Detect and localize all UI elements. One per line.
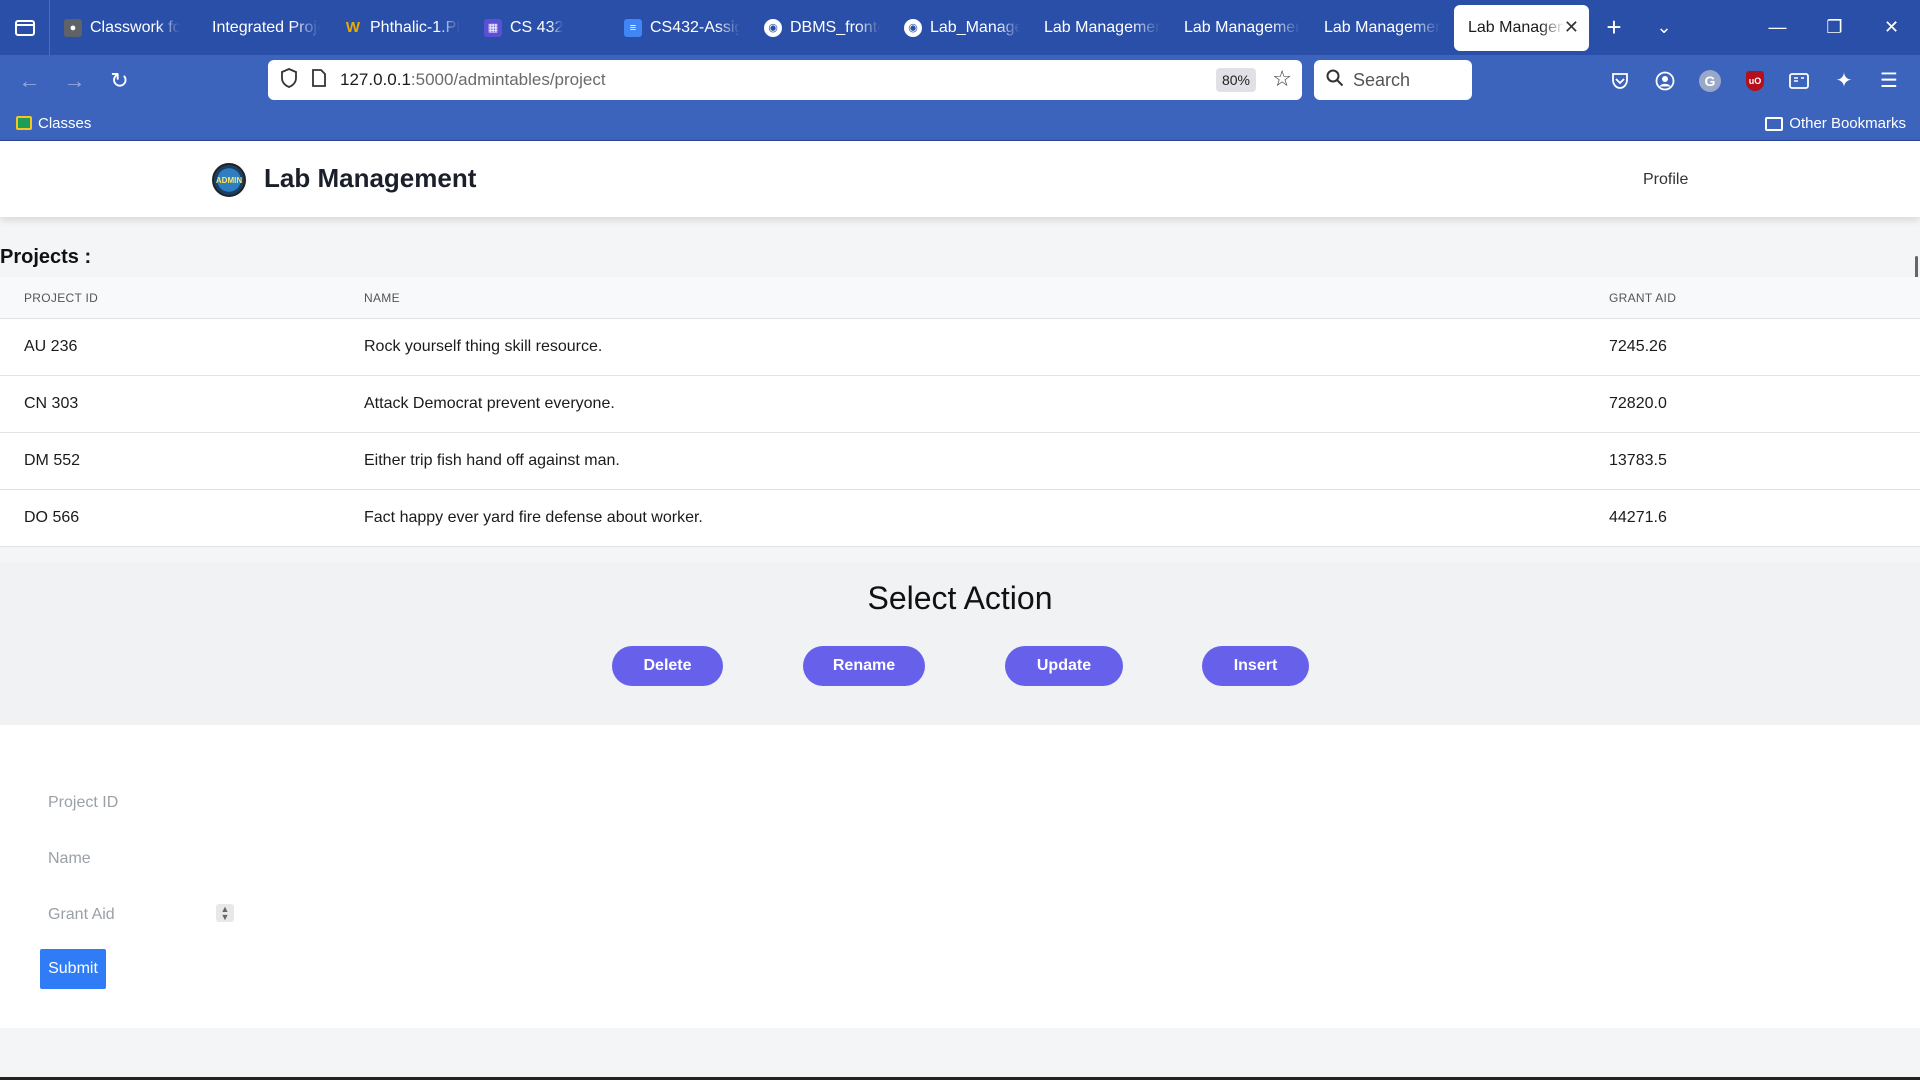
table-row: CN 303 Attack Democrat prevent everyone.…: [0, 376, 1920, 433]
tab-lab-management-active[interactable]: Lab Managem ✕: [1454, 4, 1589, 51]
docs-icon: ≡: [624, 18, 642, 37]
table-row: DO 566 Fact happy ever yard fire defense…: [0, 490, 1920, 547]
project-id-cell: CN 303: [24, 395, 79, 412]
projects-table: PROJECT ID NAME GRANT AID AU 236 Rock yo…: [0, 277, 1920, 547]
grant-aid-field[interactable]: Grant Aid: [48, 906, 115, 924]
chevron-down-icon[interactable]: ▼: [221, 913, 230, 922]
folder-icon: [1765, 116, 1784, 131]
grant-aid-cell: 7245.26: [1609, 338, 1667, 355]
project-id-cell: DM 552: [24, 452, 81, 469]
project-name-cell: Attack Democrat prevent everyone.: [364, 395, 615, 412]
project-id-cell: DO 566: [24, 509, 80, 526]
update-button[interactable]: Update: [1005, 646, 1123, 686]
tab-dbms-frontend[interactable]: ◉ DBMS_fronte: [750, 5, 890, 51]
column-header-project-id: PROJECT ID: [24, 290, 99, 305]
submit-button[interactable]: Submit: [40, 949, 106, 989]
shield-icon[interactable]: [280, 67, 298, 93]
admin-globe-logo: ADMIN: [212, 163, 246, 197]
tab-lab-management-3[interactable]: Lab Managemen: [1310, 5, 1450, 51]
tab-lab-manage-github[interactable]: ◉ Lab_Manage: [890, 5, 1030, 51]
profile-link[interactable]: Profile: [1643, 171, 1688, 189]
new-tab-icon[interactable]: +: [1589, 0, 1639, 55]
browser-nav-bar: ← → ↻ 127.0.0.1:5000/admintables/project…: [0, 55, 1920, 106]
select-action-title: Select Action: [867, 580, 1053, 616]
tab-phthalic[interactable]: W Phthalic-1.PD: [330, 5, 470, 51]
action-panel: Select Action Delete Rename Update Inser…: [0, 562, 1920, 725]
ublock-icon[interactable]: uO: [1737, 55, 1773, 106]
table-row: DM 552 Either trip fish hand off against…: [0, 433, 1920, 490]
tab-list-icon[interactable]: [0, 0, 50, 55]
zoom-level[interactable]: 80%: [1215, 68, 1256, 92]
minimize-icon[interactable]: —: [1749, 0, 1806, 55]
column-header-name: NAME: [364, 290, 400, 305]
grammarly-icon[interactable]: G: [1692, 55, 1728, 106]
column-header-grant-aid: GRANT AID: [1609, 290, 1677, 305]
classroom-icon: ●: [64, 18, 82, 37]
tab-classwork[interactable]: ● Classwork for: [50, 5, 190, 51]
insert-button[interactable]: Insert: [1202, 646, 1309, 686]
back-arrow-icon[interactable]: ←: [7, 55, 52, 106]
grant-aid-cell: 44271.6: [1609, 509, 1667, 526]
close-tab-icon[interactable]: ✕: [1564, 17, 1579, 38]
grant-aid-cell: 72820.0: [1609, 395, 1667, 412]
brand-title[interactable]: Lab Management: [264, 163, 476, 194]
board-icon: ▦: [484, 18, 502, 37]
search-icon: [1326, 69, 1344, 92]
url-text[interactable]: 127.0.0.1:5000/admintables/project: [340, 70, 606, 90]
reader-icon[interactable]: [1781, 55, 1817, 106]
menu-icon[interactable]: ☰: [1871, 55, 1907, 106]
project-form: Project ID Name Grant Aid ▲ ▼ Submit: [0, 725, 1920, 1028]
project-name-cell: Rock yourself thing skill resource.: [364, 338, 603, 355]
tab-integrated-project[interactable]: Integrated Projec: [190, 5, 330, 51]
extensions-icon[interactable]: ✦: [1826, 55, 1862, 106]
address-bar[interactable]: 127.0.0.1:5000/admintables/project 80% ☆: [268, 60, 1302, 100]
tab-lab-management-1[interactable]: Lab Managemen: [1030, 5, 1170, 51]
delete-button[interactable]: Delete: [612, 646, 723, 686]
tab-cs432[interactable]: ▦ CS 432: [470, 5, 610, 51]
rename-button[interactable]: Rename: [803, 646, 925, 686]
bookmark-classes[interactable]: Classes: [0, 115, 91, 132]
project-name-cell: Either trip fish hand off against man.: [364, 452, 620, 469]
grant-aid-cell: 13783.5: [1609, 452, 1667, 469]
tab-lab-management-2[interactable]: Lab Managemen: [1170, 5, 1310, 51]
table-header: PROJECT ID NAME GRANT AID: [0, 277, 1920, 319]
project-id-field[interactable]: Project ID: [48, 794, 118, 812]
restore-icon[interactable]: ❐: [1806, 0, 1863, 55]
account-icon[interactable]: [1647, 55, 1683, 106]
projects-title: Projects :: [0, 246, 92, 268]
close-window-icon[interactable]: ✕: [1863, 0, 1920, 55]
project-id-cell: AU 236: [24, 338, 78, 355]
grant-aid-stepper[interactable]: ▲ ▼: [216, 904, 234, 922]
wvu-icon: W: [345, 19, 361, 36]
project-name-cell: Fact happy ever yard fire defense about …: [364, 509, 703, 526]
forward-arrow-icon[interactable]: →: [52, 55, 97, 106]
name-field[interactable]: Name: [48, 850, 91, 868]
page-icon[interactable]: [312, 68, 326, 92]
tab-cs432-assignment[interactable]: ≡ CS432-Assig: [610, 5, 750, 51]
other-bookmarks[interactable]: Other Bookmarks: [1765, 106, 1906, 141]
bookmarks-bar: Classes Other Bookmarks: [0, 106, 1920, 141]
reload-icon[interactable]: ↻: [97, 55, 142, 106]
github-icon: ◉: [904, 18, 922, 37]
star-icon[interactable]: ☆: [1272, 66, 1292, 92]
pocket-icon[interactable]: [1602, 55, 1638, 106]
github-icon: ◉: [764, 18, 782, 37]
search-input[interactable]: Search: [1314, 60, 1472, 100]
browser-tab-bar: ● Classwork for Integrated Projec W Phth…: [0, 0, 1920, 55]
chevron-down-icon[interactable]: ⌄: [1639, 0, 1689, 55]
table-row: AU 236 Rock yourself thing skill resourc…: [0, 319, 1920, 376]
classroom-icon: [16, 116, 32, 130]
site-header: ADMIN Lab Management Profile: [0, 141, 1920, 217]
